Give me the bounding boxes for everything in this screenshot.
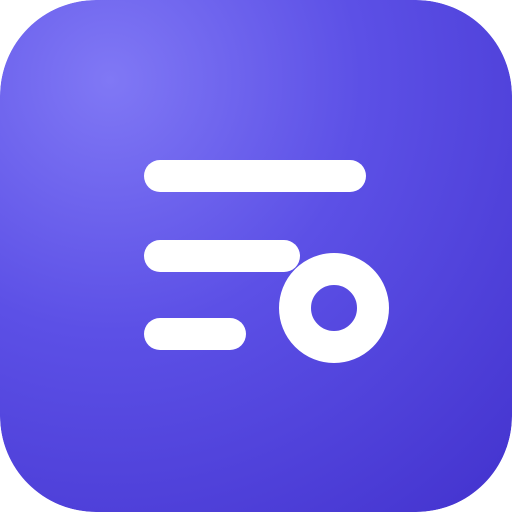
app-icon-svg — [0, 0, 512, 512]
app-icon-tile — [0, 0, 512, 512]
